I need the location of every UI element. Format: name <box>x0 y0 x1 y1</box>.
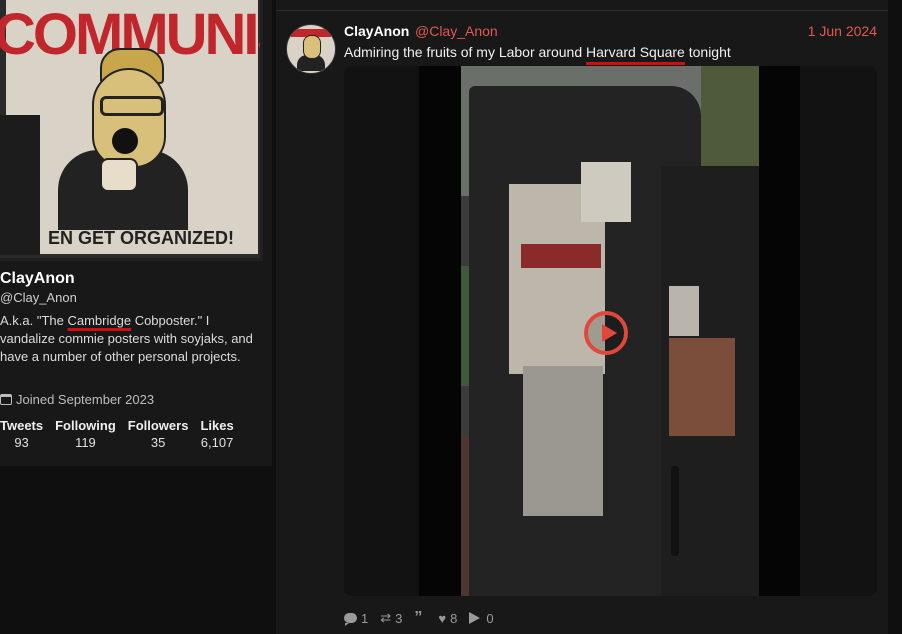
stat-value: 119 <box>75 435 96 450</box>
thumb-sticker <box>581 162 631 222</box>
profile-handle[interactable]: @Clay_Anon <box>0 290 77 305</box>
profile-banner-image[interactable]: COMMUNIST EN GET ORGANIZED! <box>0 0 263 261</box>
tweet-author-handle[interactable]: @Clay_Anon <box>415 23 498 39</box>
bio-text-before: A.k.a. "The <box>0 313 68 328</box>
stat-followers[interactable]: Followers 35 <box>128 418 189 450</box>
thumb-trees <box>701 66 759 176</box>
reply-button[interactable]: 1 <box>344 611 368 626</box>
profile-card: COMMUNIST EN GET ORGANIZED! ClayAnon @Cl… <box>0 0 272 466</box>
like-count: 8 <box>450 610 458 626</box>
view-count: 0 <box>486 610 494 626</box>
stat-likes[interactable]: Likes 6,107 <box>200 418 233 450</box>
retweet-button[interactable]: ⇄ 3 <box>380 610 402 626</box>
heart-icon: ♥ <box>438 610 447 626</box>
tweet-text-after: tonight <box>684 44 731 60</box>
banner-shadow <box>0 115 40 255</box>
tweet-date[interactable]: 1 Jun 2024 <box>808 23 877 39</box>
banner-glasses <box>100 96 164 116</box>
thumb-handle <box>671 466 679 556</box>
thumb-sticker-small <box>669 286 699 336</box>
thumb-flyer <box>669 338 735 436</box>
retweet-count: 3 <box>395 610 403 626</box>
tweet-media[interactable] <box>344 66 877 596</box>
tweet-text-before: Admiring the fruits of my Labor around <box>344 44 587 60</box>
avatar[interactable] <box>286 24 336 74</box>
tweet-text-underlined: Harvard Square <box>586 44 685 60</box>
stat-following[interactable]: Following 119 <box>55 418 116 450</box>
stat-value: 35 <box>150 435 166 450</box>
stat-label: Tweets <box>0 418 44 433</box>
play-count-icon <box>469 612 481 624</box>
banner-mouth <box>112 128 138 154</box>
thumb-poster-title <box>521 244 601 268</box>
profile-stats: Tweets 93 Following 119 Followers 35 Lik… <box>0 418 246 450</box>
stat-value: 93 <box>14 435 29 450</box>
calendar-icon <box>0 394 12 405</box>
tweet-text: Admiring the fruits of my Labor around H… <box>344 44 731 60</box>
reply-icon <box>344 613 357 626</box>
stat-label: Likes <box>200 418 234 433</box>
stat-label: Followers <box>127 418 189 433</box>
divider <box>276 10 888 11</box>
tweet-actions: 1 ⇄ 3 ” ♥ 8 0 <box>344 609 506 627</box>
profile-joined: Joined September 2023 <box>0 392 154 407</box>
stat-label: Following <box>55 418 116 433</box>
timeline: ClayAnon @Clay_Anon 1 Jun 2024 Admiring … <box>276 0 888 634</box>
thumb-poster-lower <box>523 366 603 516</box>
retweet-icon: ⇄ <box>380 610 392 625</box>
banner-pointing-hand <box>100 158 138 192</box>
video-player[interactable] <box>419 66 800 596</box>
avatar-face <box>303 35 321 59</box>
stat-value: 6,107 <box>200 435 234 450</box>
quote-button[interactable]: ” <box>414 609 426 627</box>
quote-icon: ” <box>414 609 423 626</box>
views-button[interactable]: 0 <box>469 610 494 626</box>
play-icon[interactable] <box>584 311 628 355</box>
bio-underlined-word: Cambridge <box>67 313 132 328</box>
like-button[interactable]: ♥ 8 <box>438 611 457 626</box>
reply-count: 1 <box>361 610 369 626</box>
stat-tweets[interactable]: Tweets 93 <box>0 418 43 450</box>
tweet-author-name[interactable]: ClayAnon <box>344 23 409 39</box>
profile-name[interactable]: ClayAnon <box>0 270 75 288</box>
joined-date: Joined September 2023 <box>16 392 155 407</box>
banner-bottom-text: EN GET ORGANIZED! <box>48 228 235 248</box>
profile-bio: A.k.a. "The Cambridge Cobposter." I vand… <box>0 312 262 366</box>
